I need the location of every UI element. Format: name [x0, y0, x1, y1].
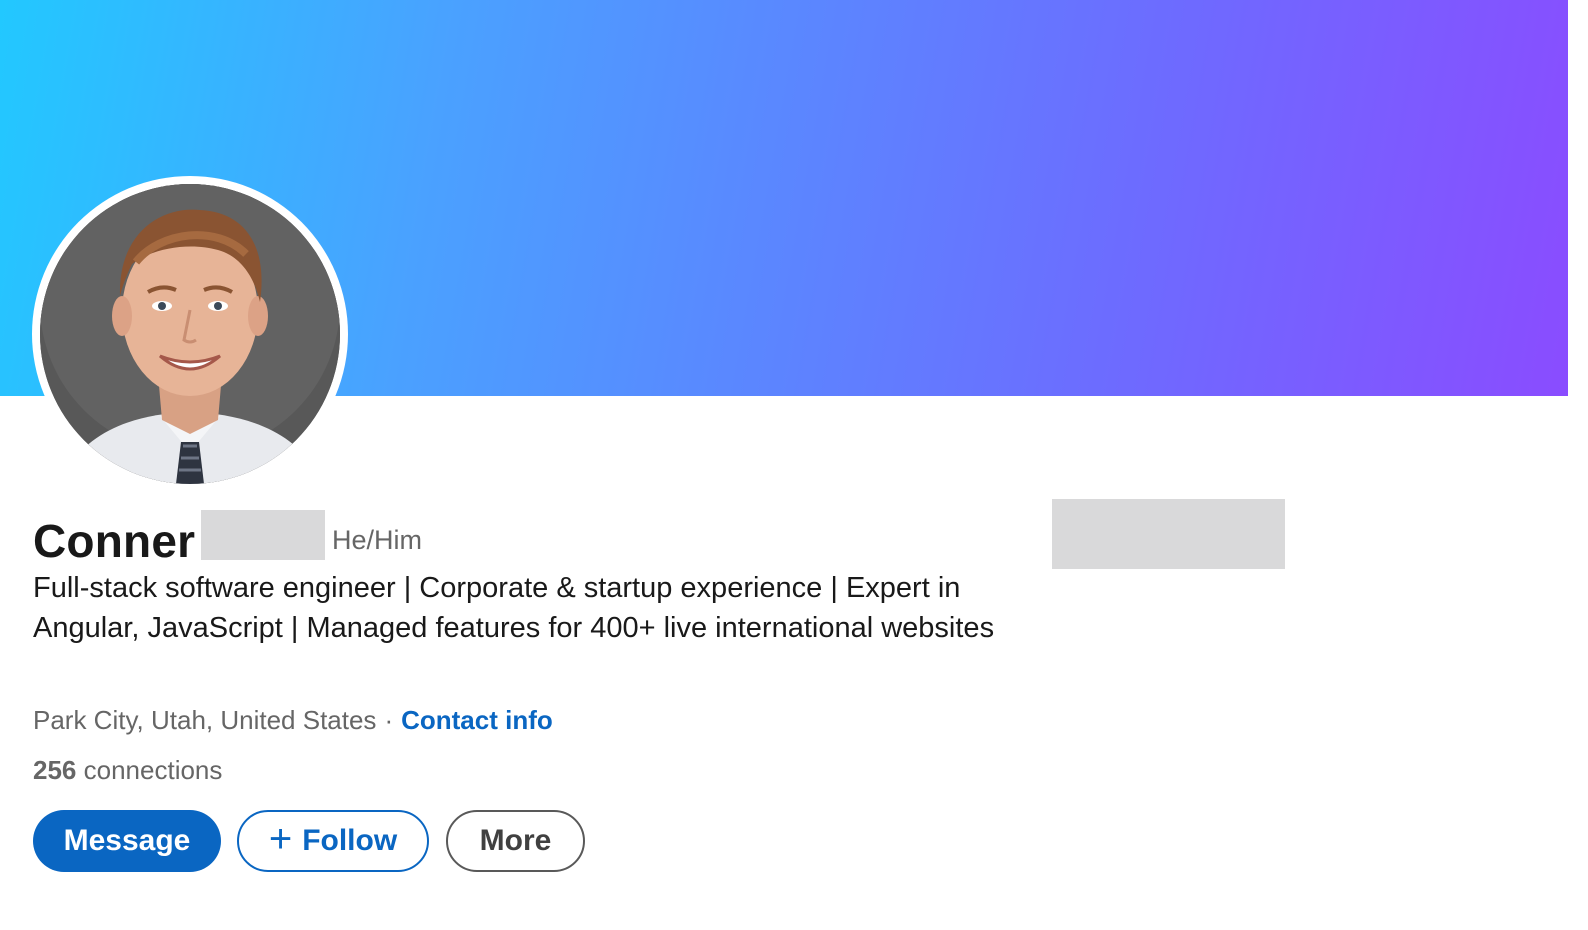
profile-pronouns: He/Him	[332, 525, 423, 555]
follow-button-label: Follow	[302, 824, 398, 857]
location-row: Park City, Utah, United States · Contact i…	[33, 702, 553, 738]
profile-name: Conner	[33, 515, 196, 567]
more-button-label: More	[479, 824, 552, 857]
connections-label: connections	[83, 755, 223, 785]
message-button[interactable]: Message	[33, 810, 221, 872]
profile-card: Conner He/Him Full-stack software engine…	[0, 0, 1588, 930]
follow-button[interactable]: + Follow	[237, 810, 429, 872]
connections-number: 256	[33, 755, 77, 785]
contact-info-link[interactable]: Contact info	[401, 705, 553, 735]
connections-count[interactable]: 256 connections	[33, 752, 222, 788]
message-button-label: Message	[63, 824, 191, 857]
avatar[interactable]	[40, 184, 340, 484]
profile-location: Park City, Utah, United States	[33, 705, 377, 735]
more-button[interactable]: More	[446, 810, 585, 872]
redacted-current-company	[1052, 499, 1285, 569]
separator-dot: ·	[384, 705, 394, 735]
profile-photo	[40, 184, 340, 484]
avatar-frame	[32, 176, 348, 492]
profile-headline: Full-stack software engineer | Corporate…	[33, 572, 995, 644]
page-edge	[1568, 0, 1588, 930]
redacted-last-name	[201, 510, 325, 560]
plus-icon: +	[268, 817, 293, 861]
